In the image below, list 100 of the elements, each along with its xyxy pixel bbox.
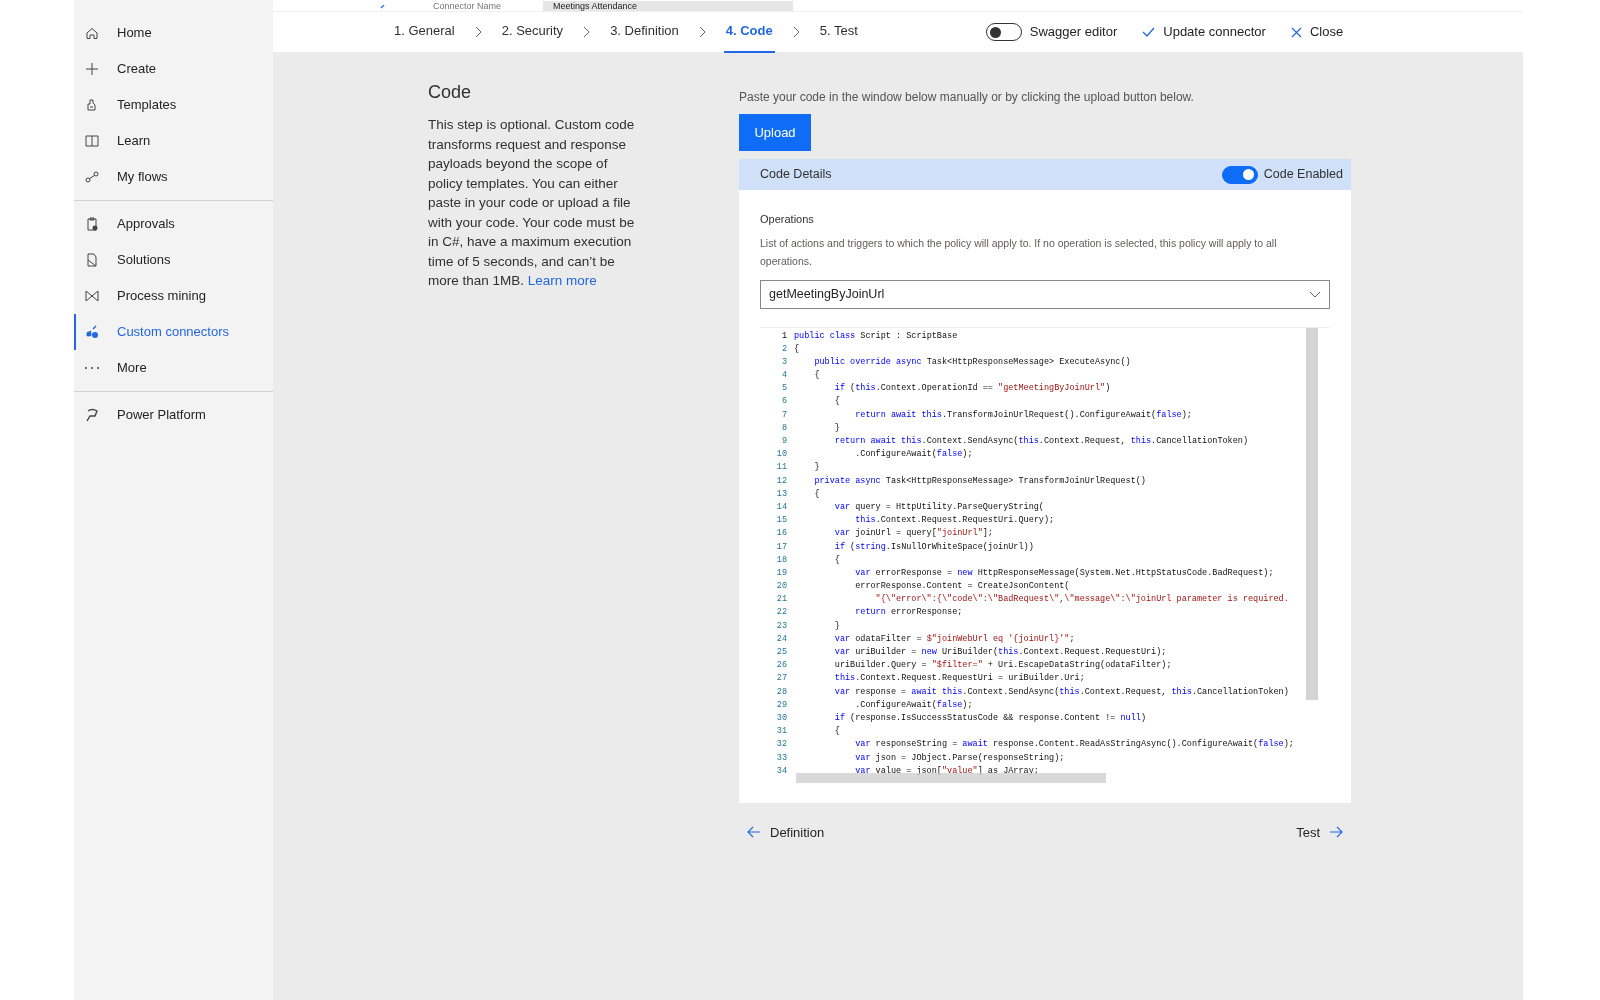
connector-name-label: Connector Name: [432, 1, 503, 11]
line-number: 34: [775, 764, 787, 778]
code-line: {: [794, 342, 800, 356]
home-icon: [84, 25, 100, 41]
code-line: var uriBuilder = new UriBuilder(this.Context.Request.RequestUri);: [833, 646, 1167, 659]
line-number: 8: [780, 421, 787, 435]
line-number: 18: [775, 553, 787, 567]
nav-item[interactable]: My flows: [74, 159, 273, 195]
learn-more-link[interactable]: Learn more: [527, 273, 597, 288]
code-editor[interactable]: [760, 326, 1330, 783]
code-line: var json = JObject.Parse(responseString);: [854, 751, 1065, 765]
line-number: 5: [780, 382, 787, 396]
line-number: 23: [775, 619, 787, 633]
step-tab[interactable]: 3. Definition: [608, 11, 681, 53]
chevron-right-icon: [583, 26, 591, 38]
step-tab[interactable]: 1. General: [392, 11, 457, 53]
code-line: this.Context.Request.RequestUri.Query);: [854, 514, 1055, 528]
line-number: 1: [780, 329, 787, 343]
line-number: 9: [780, 435, 787, 448]
line-number: 11: [775, 461, 787, 475]
connector-name-field[interactable]: Meetings Attendance: [543, 1, 793, 11]
line-number: 25: [775, 646, 787, 659]
code-line: if (response.IsSuccessStatusCode && response.Content != null): [833, 711, 1146, 725]
code-line: var responseString = await response.Content.ReadAsStringAsync().ConfigureAwait(false);: [854, 738, 1294, 752]
line-number: 4: [780, 369, 787, 383]
description-text: This step is optional. Custom code transforms request and response payloads beyond the scope of policy templates. You can either paste in your code or upload a file with your code. Your code must be in C#, have a maximum execution time of 5 seconds, and can’t be more than 1MB. Learn more: [428, 116, 636, 290]
code-line: private async Task<HttpResponseMessage> TransformJoinUrlRequest(): [813, 474, 1146, 488]
line-number: 31: [775, 725, 787, 739]
code-line: var response = await this.Context.SendAsync(this.Context.Request, this.CancellationToken): [833, 685, 1289, 699]
nav-item[interactable]: Process mining: [74, 278, 273, 314]
panel-title: Code Details: [760, 166, 832, 184]
nav-item[interactable]: Solutions: [74, 242, 273, 278]
line-number: 27: [775, 672, 787, 686]
code-line: var joinUrl = query["joinUrl"];: [833, 527, 993, 541]
code-line: }: [833, 619, 840, 633]
line-number: 2: [780, 342, 787, 356]
line-number: 15: [775, 514, 787, 528]
code-line: uriBuilder.Query = "$filter=" + Uri.EscapeDataString(odataFilter);: [833, 659, 1172, 673]
help-text: List of actions and triggers to which the policy will apply to. If no operation is selected, this policy will apply to all operations.: [760, 235, 1278, 269]
update-connector-button[interactable]: Update connector: [1142, 22, 1266, 42]
code-line: return await this.TransformJoinUrlRequest().ConfigureAwait(false);: [854, 408, 1192, 422]
back-link[interactable]: Definition: [747, 822, 825, 842]
nav-item[interactable]: Home: [74, 15, 273, 51]
line-number: 32: [775, 738, 787, 752]
nav-item[interactable]: Learn: [74, 123, 273, 159]
chevron-right-icon: [792, 26, 800, 38]
instructions-text: Paste your code in the window below manually or by clicking the upload button below.: [739, 89, 1195, 106]
close-button[interactable]: Close: [1290, 22, 1344, 42]
code-line: errorResponse.Content = CreateJsonContent(: [854, 580, 1070, 594]
flow-icon: [84, 169, 100, 185]
code-line: var odataFilter = $"joinWebUrl eq '{joinUrl}'";: [833, 632, 1075, 646]
code-line: return await this.Context.SendAsync(this.Context.Request, this.CancellationToken): [833, 435, 1248, 448]
code-line: {: [833, 395, 840, 409]
line-number: 22: [775, 606, 787, 620]
nav-item[interactable]: More: [74, 350, 273, 386]
chevron-down-icon: [1309, 290, 1321, 298]
close-icon: [1290, 26, 1302, 38]
nav-item[interactable]: Power Platform: [74, 397, 273, 433]
more-icon: [84, 366, 100, 370]
code-line: if (this.Context.OperationId == "getMeetingByJoinUrl"): [833, 382, 1111, 396]
code-line: {: [833, 553, 840, 567]
nav-item[interactable]: Approvals: [74, 206, 273, 242]
next-link[interactable]: Test: [1296, 822, 1343, 842]
code-line: .ConfigureAwait(false);: [854, 448, 973, 462]
line-number: 17: [775, 540, 787, 554]
toggle-label: Swagger editor: [1029, 23, 1118, 42]
process-icon: [84, 288, 100, 304]
code-line: var value = json["value"] as JArray;: [854, 764, 1039, 778]
platform-icon: [84, 407, 100, 423]
line-number: 13: [775, 487, 787, 501]
code-line: {: [813, 369, 820, 383]
line-number: 3: [780, 355, 787, 369]
code-enabled-toggle[interactable]: [1221, 165, 1258, 184]
step-tab[interactable]: 5. Test: [817, 11, 860, 53]
line-number: 29: [775, 698, 787, 712]
line-number: 30: [775, 711, 787, 725]
connector-icon: [84, 324, 100, 340]
nav-item[interactable]: Create: [74, 51, 273, 87]
step-tab[interactable]: 4. Code: [723, 11, 775, 53]
operations-dropdown[interactable]: getMeetingByJoinUrl: [760, 279, 1330, 309]
swagger-editor-toggle[interactable]: [985, 23, 1022, 41]
code-line: .ConfigureAwait(false);: [854, 698, 973, 712]
document-icon: [84, 252, 100, 268]
code-line: if (string.IsNullOrWhiteSpace(joinUrl)): [833, 540, 1034, 554]
line-number: 24: [775, 632, 787, 646]
code-line: }: [813, 461, 820, 475]
line-number: 33: [775, 751, 787, 765]
toggle-label: Code Enabled: [1263, 166, 1343, 184]
scrollbar[interactable]: [1306, 327, 1318, 700]
upload-button[interactable]: Upload: [739, 114, 811, 151]
step-tab[interactable]: 2. Security: [499, 11, 566, 53]
plus-icon: [84, 61, 100, 77]
line-number: 26: [775, 659, 787, 673]
book-icon: [84, 133, 100, 149]
nav-item[interactable]: Templates: [74, 87, 273, 123]
chevron-right-icon: [474, 26, 482, 38]
code-line: "{\"error\":{\"code\":\"BadRequest\",\"message\":\"joinUrl parameter is required.: [874, 593, 1289, 607]
code-line: return errorResponse;: [854, 606, 963, 620]
code-line: public class Script : ScriptBase: [794, 329, 958, 343]
line-number: 19: [775, 566, 787, 580]
